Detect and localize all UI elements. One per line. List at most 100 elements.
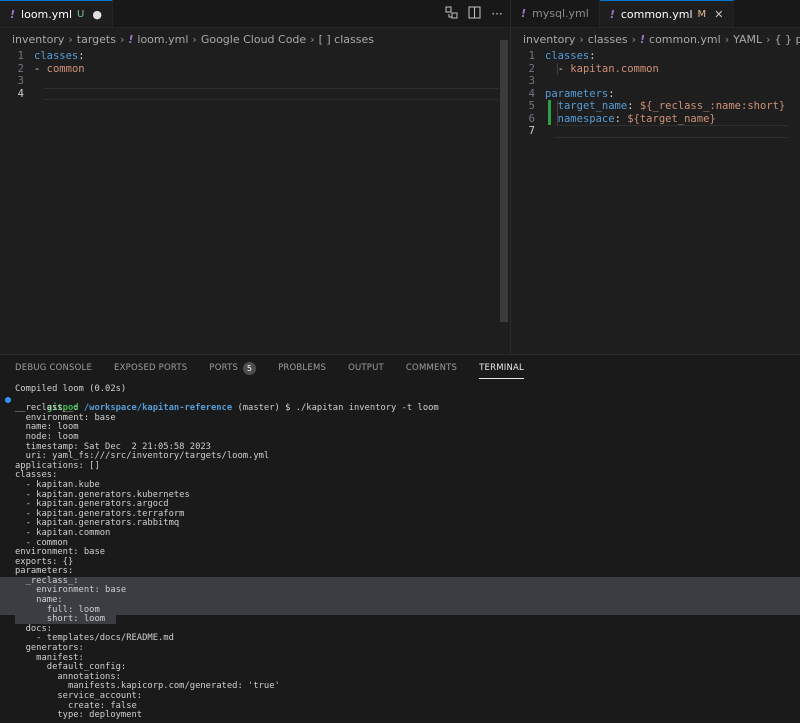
tab-label: mysql.yml	[532, 7, 589, 20]
line-number: 3	[17, 75, 24, 87]
terminal-line: - common	[15, 537, 68, 548]
breadcrumb-item[interactable]: classes	[588, 33, 628, 46]
panel-tabs: DEBUG CONSOLE EXPOSED PORTS PORTS 5 PROBL…	[0, 355, 800, 381]
breadcrumb-item[interactable]: common.yml	[649, 33, 721, 46]
yaml-file-icon: !	[639, 32, 646, 46]
modified-badge: M	[697, 8, 707, 20]
line-number: 4	[528, 87, 535, 100]
compare-changes-icon[interactable]	[444, 6, 458, 22]
editor-actions: ···	[444, 0, 504, 28]
terminal-line: environment: base	[0, 586, 800, 597]
terminal-line: classes:	[15, 470, 58, 481]
code-line[interactable]: 6 namespace: ${target_name}	[511, 112, 800, 125]
line-text: classes:	[545, 50, 596, 62]
terminal-line: generators:	[15, 643, 84, 654]
close-icon[interactable]: ✕	[714, 8, 723, 21]
editor-group-right: ! mysql.yml ! common.yml M ✕ inventory ›…	[510, 0, 800, 354]
chevron-right-icon: ›	[192, 32, 197, 46]
selection-highlight: short: loom	[15, 614, 116, 625]
terminal-prompt-line: gitpod /workspace/kapitan-reference (mas…	[0, 395, 800, 413]
chevron-right-icon: ›	[119, 32, 125, 46]
tab-problems[interactable]: PROBLEMS	[278, 355, 326, 381]
line-number: 3	[528, 75, 535, 87]
code-line[interactable]: 1 classes:	[0, 50, 510, 63]
tab-common-yml[interactable]: ! common.yml M ✕	[599, 0, 735, 27]
line-text: target_name: ${_reclass_:name:short}	[557, 100, 786, 112]
line-text: - kapitan.common	[557, 62, 659, 75]
yaml-file-icon: !	[609, 7, 615, 21]
tab-bar-left: ! loom.yml U ● ···	[0, 0, 510, 28]
breadcrumb-item[interactable]: inventory	[12, 33, 64, 46]
tab-label: PORTS	[209, 363, 239, 373]
code-line[interactable]: 1 classes:	[511, 50, 800, 63]
code-line[interactable]: 5 target_name: ${_reclass_:name:short}	[511, 100, 800, 113]
code-line[interactable]: 2 - common	[0, 63, 510, 76]
tab-loom-yml[interactable]: ! loom.yml U ●	[0, 0, 113, 27]
terminal-output[interactable]: Compiled loom (0.02s) gitpod /workspace/…	[0, 384, 800, 721]
code-editor-right[interactable]: 1 classes: 2 - kapitan.common 3 4 parameters:…	[511, 50, 800, 138]
line-number: 1	[528, 50, 535, 62]
code-editor-left[interactable]: 1 classes: 2 - common 3 4	[0, 50, 510, 100]
line-number: 2	[17, 62, 24, 75]
tab-label: loom.yml	[21, 7, 73, 21]
breadcrumb-item[interactable]: YAML	[733, 33, 762, 46]
line-number: 1	[17, 50, 24, 62]
line-number: 4	[17, 87, 24, 100]
tab-ports[interactable]: PORTS 5	[209, 355, 257, 381]
terminal-line: full: loom	[0, 605, 800, 616]
breadcrumb-item[interactable]: { } parameters	[775, 33, 800, 46]
line-number: 5	[528, 100, 535, 112]
line-number: 2	[528, 62, 535, 75]
tab-exposed-ports[interactable]: EXPOSED PORTS	[114, 355, 187, 381]
line-text: classes:	[34, 50, 85, 62]
terminal-line: name: loom	[15, 422, 79, 433]
modified-line-marker	[548, 112, 551, 125]
breadcrumb-item[interactable]: Google Cloud Code	[201, 33, 306, 46]
code-line[interactable]: 7	[511, 125, 800, 138]
terminal-line: environment: base	[15, 547, 106, 558]
indent-guide	[557, 100, 558, 125]
editor-scrollbar[interactable]	[500, 40, 508, 322]
current-line-highlight	[555, 125, 788, 138]
terminal-line: uri: yaml_fs:///src/inventory/targets/lo…	[15, 451, 270, 462]
chevron-right-icon: ›	[579, 32, 584, 46]
yaml-file-icon: !	[128, 32, 134, 46]
terminal-line: name:	[0, 595, 800, 606]
terminal-line: environment: base	[15, 412, 116, 423]
editor-area: ! loom.yml U ● ··· inventory › targets ›…	[0, 0, 800, 354]
chevron-right-icon: ›	[310, 32, 315, 46]
command-status-dot-icon[interactable]	[5, 396, 11, 403]
split-editor-icon[interactable]	[467, 6, 481, 22]
code-line[interactable]: 3	[0, 75, 510, 88]
line-text: - common	[34, 62, 85, 75]
tab-label: OUTPUT	[348, 363, 384, 373]
line-number: 7	[528, 125, 535, 137]
breadcrumb-item[interactable]: loom.yml	[137, 33, 188, 46]
breadcrumb-item[interactable]: targets	[77, 33, 116, 46]
tab-terminal[interactable]: TERMINAL	[479, 355, 524, 381]
untracked-badge: U	[77, 8, 85, 20]
terminal-line: exports: {}	[15, 556, 74, 567]
terminal-line: short: loom	[0, 614, 800, 625]
breadcrumb-left: inventory › targets › ! loom.yml › Googl…	[0, 28, 510, 50]
tab-debug-console[interactable]: DEBUG CONSOLE	[15, 355, 92, 381]
code-line[interactable]: 3	[511, 75, 800, 88]
code-line[interactable]: 2 - kapitan.common	[511, 63, 800, 76]
chevron-right-icon: ›	[68, 32, 73, 46]
tab-output[interactable]: OUTPUT	[348, 355, 384, 381]
tab-mysql-yml[interactable]: ! mysql.yml	[511, 0, 600, 27]
ports-count-badge: 5	[243, 361, 257, 375]
tab-comments[interactable]: COMMENTS	[406, 355, 457, 381]
unsaved-dot-icon[interactable]: ●	[92, 8, 102, 21]
bottom-panel: DEBUG CONSOLE EXPOSED PORTS PORTS 5 PROBL…	[0, 354, 800, 723]
code-line[interactable]: 4 parameters:	[511, 88, 800, 101]
terminal-line: type: deployment	[15, 710, 143, 721]
breadcrumb-item[interactable]: inventory	[523, 33, 575, 46]
more-actions-icon[interactable]: ···	[490, 7, 504, 21]
tab-label: COMMENTS	[405, 363, 458, 373]
code-line[interactable]: 4	[0, 87, 510, 100]
indent-guide	[557, 62, 558, 75]
chevron-right-icon: ›	[766, 32, 771, 46]
terminal-line: applications: []	[15, 460, 100, 471]
breadcrumb-item[interactable]: [ ] classes	[319, 33, 374, 46]
